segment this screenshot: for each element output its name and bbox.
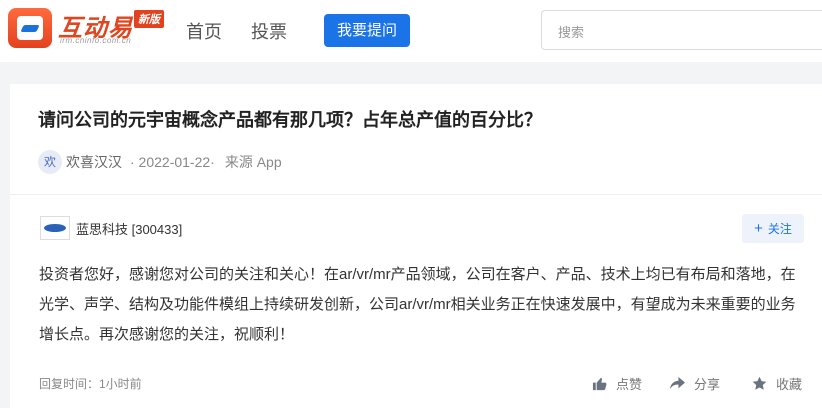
logo-subtext: irm.cninfo.com.cn (60, 36, 132, 45)
follow-button[interactable]: + 关注 (742, 214, 804, 243)
divider (10, 194, 822, 195)
logo-icon (8, 8, 52, 48)
company-name[interactable]: 蓝思科技 [300433] (76, 219, 182, 238)
answer-text: 投资者您好，感谢您对公司的关注和关心！在ar/vr/mr产品领域，公司在客户、产… (39, 266, 796, 343)
share-icon (670, 376, 685, 390)
ask-question-button[interactable]: 我要提问 (324, 14, 410, 47)
like-button[interactable]: 点赞 (592, 374, 642, 393)
reply-time: 回复时间：1小时前 (39, 377, 142, 391)
favorite-label: 收藏 (776, 377, 803, 392)
nav-home[interactable]: 首页 (186, 18, 222, 44)
company-info[interactable]: 蓝思科技 [300433] (40, 216, 182, 240)
new-version-badge: 新版 (134, 10, 164, 28)
search-placeholder: 搜索 (558, 25, 585, 40)
plus-icon: + (754, 220, 763, 237)
favorite-button[interactable]: 收藏 (752, 374, 802, 393)
question-user[interactable]: 欢喜汉汉 (66, 152, 122, 172)
company-logo-icon (40, 216, 70, 240)
qa-card: 请问公司的元宇宙概念产品都有那几项？占年总产值的百分比？ 欢 欢喜汉汉 · 20… (10, 84, 822, 408)
nav-vote[interactable]: 投票 (251, 18, 287, 44)
avatar[interactable]: 欢 (38, 150, 62, 174)
thumbs-up-icon (592, 377, 607, 391)
question-date: · 2022-01-22· (130, 154, 215, 170)
question-title[interactable]: 请问公司的元宇宙概念产品都有那几项？占年总产值的百分比？ (38, 106, 542, 132)
question-meta: 欢 欢喜汉汉 · 2022-01-22· 来源 App (38, 150, 282, 174)
like-label: 点赞 (616, 377, 643, 392)
follow-label: 关注 (767, 222, 792, 236)
search-input[interactable]: 搜索 (541, 10, 822, 50)
question-source: 来源 App (224, 154, 282, 170)
share-label: 分享 (694, 377, 721, 392)
share-button[interactable]: 分享 (670, 374, 720, 393)
star-icon (752, 376, 767, 390)
site-logo[interactable]: 互动易 irm.cninfo.com.cn 新版 (8, 6, 170, 50)
top-navbar: 互动易 irm.cninfo.com.cn 新版 首页 投票 我要提问 搜索 (0, 0, 822, 62)
